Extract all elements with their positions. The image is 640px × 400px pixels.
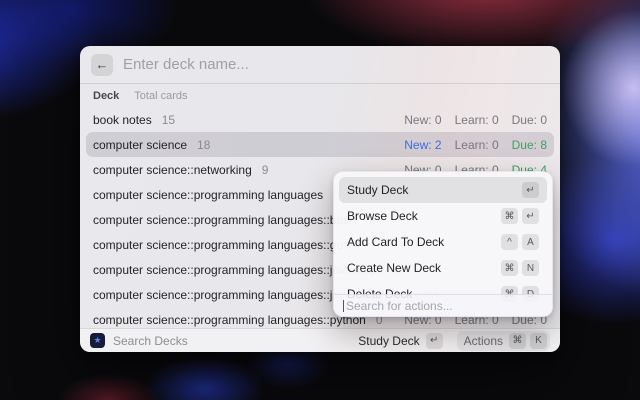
action-shortcut: ⌘↵: [501, 208, 539, 224]
shortcut-key-icon: ⌘: [501, 260, 518, 276]
actions-button[interactable]: Actions ⌘ K: [457, 331, 550, 351]
study-deck-button[interactable]: Study Deck ↵: [358, 333, 442, 349]
actions-menu-footer: Search for actions...: [334, 294, 552, 316]
action-menu-item[interactable]: Study Deck ↵: [339, 177, 547, 203]
deck-name: computer science: [93, 138, 187, 152]
deck-stats: New: 0 Learn: 0 Due: 0: [404, 113, 547, 127]
action-label: Browse Deck: [347, 209, 501, 223]
actions-label: Actions: [464, 334, 503, 348]
shortcut-key-icon: ↵: [522, 208, 539, 224]
action-menu-item[interactable]: Add Card To Deck ^A: [339, 229, 547, 255]
action-label: Add Card To Deck: [347, 235, 501, 249]
action-label: Study Deck: [347, 183, 522, 197]
deck-total-cards: 9: [262, 163, 269, 177]
actions-menu-items: Study Deck ↵ Browse Deck ⌘↵ Add Card To …: [339, 177, 547, 307]
deck-stat: Learn: 0: [455, 113, 499, 127]
k-key-icon: K: [530, 333, 547, 349]
action-menu-item[interactable]: Browse Deck ⌘↵: [339, 203, 547, 229]
column-label-total-cards: Total cards: [134, 90, 187, 102]
deck-stat: Learn: 0: [455, 138, 499, 152]
command-key-icon: ⌘: [509, 333, 526, 349]
shortcut-key-icon: ↵: [522, 182, 539, 198]
deck-name: book notes: [93, 113, 152, 127]
deck-stat: Due: 0: [512, 113, 547, 127]
column-header: Deck Total cards: [80, 84, 560, 107]
action-shortcut: ↵: [522, 182, 539, 198]
action-shortcut: ⌘N: [501, 260, 539, 276]
back-button[interactable]: ←: [91, 54, 113, 76]
deck-name-input[interactable]: Enter deck name...: [123, 56, 549, 73]
shortcut-key-icon: A: [522, 234, 539, 250]
text-cursor: [343, 300, 344, 312]
shortcut-key-icon: ^: [501, 234, 518, 250]
actions-menu: Study Deck ↵ Browse Deck ⌘↵ Add Card To …: [333, 171, 553, 317]
deck-name: computer science::programming languages:…: [93, 213, 356, 227]
deck-stat: New: 2: [404, 138, 441, 152]
deck-row[interactable]: book notes 15 New: 0 Learn: 0 Due: 0: [86, 107, 554, 132]
deck-name: computer science::programming languages:…: [93, 238, 343, 252]
deck-name: computer science::networking: [93, 163, 252, 177]
deck-stat: New: 0: [404, 113, 441, 127]
back-arrow-icon: ←: [96, 57, 109, 72]
deck-row[interactable]: computer science 18 New: 2 Learn: 0 Due: 8: [86, 132, 554, 157]
column-label-deck: Deck: [93, 90, 119, 102]
study-deck-label: Study Deck: [358, 334, 419, 348]
deck-name: computer science::programming languages: [93, 188, 323, 202]
actions-search-input[interactable]: Search for actions...: [346, 299, 453, 313]
action-shortcut: ^A: [501, 234, 539, 250]
return-key-icon: ↵: [426, 333, 443, 349]
action-menu-item[interactable]: Create New Deck ⌘N: [339, 255, 547, 281]
status-bar: ★ Search Decks Study Deck ↵ Actions ⌘ K: [80, 328, 560, 352]
extension-name: Search Decks: [113, 334, 350, 348]
launcher-window: ← Enter deck name... Deck Total cards bo…: [80, 46, 560, 352]
shortcut-key-icon: ⌘: [501, 208, 518, 224]
search-bar: ← Enter deck name...: [80, 46, 560, 84]
anki-star-icon: ★: [90, 333, 105, 348]
deck-total-cards: 18: [197, 138, 210, 152]
deck-stats: New: 2 Learn: 0 Due: 8: [404, 138, 547, 152]
deck-stat: Due: 8: [512, 138, 547, 152]
action-label: Create New Deck: [347, 261, 501, 275]
shortcut-key-icon: N: [522, 260, 539, 276]
deck-name: computer science::programming languages:…: [93, 313, 366, 327]
deck-total-cards: 15: [162, 113, 175, 127]
